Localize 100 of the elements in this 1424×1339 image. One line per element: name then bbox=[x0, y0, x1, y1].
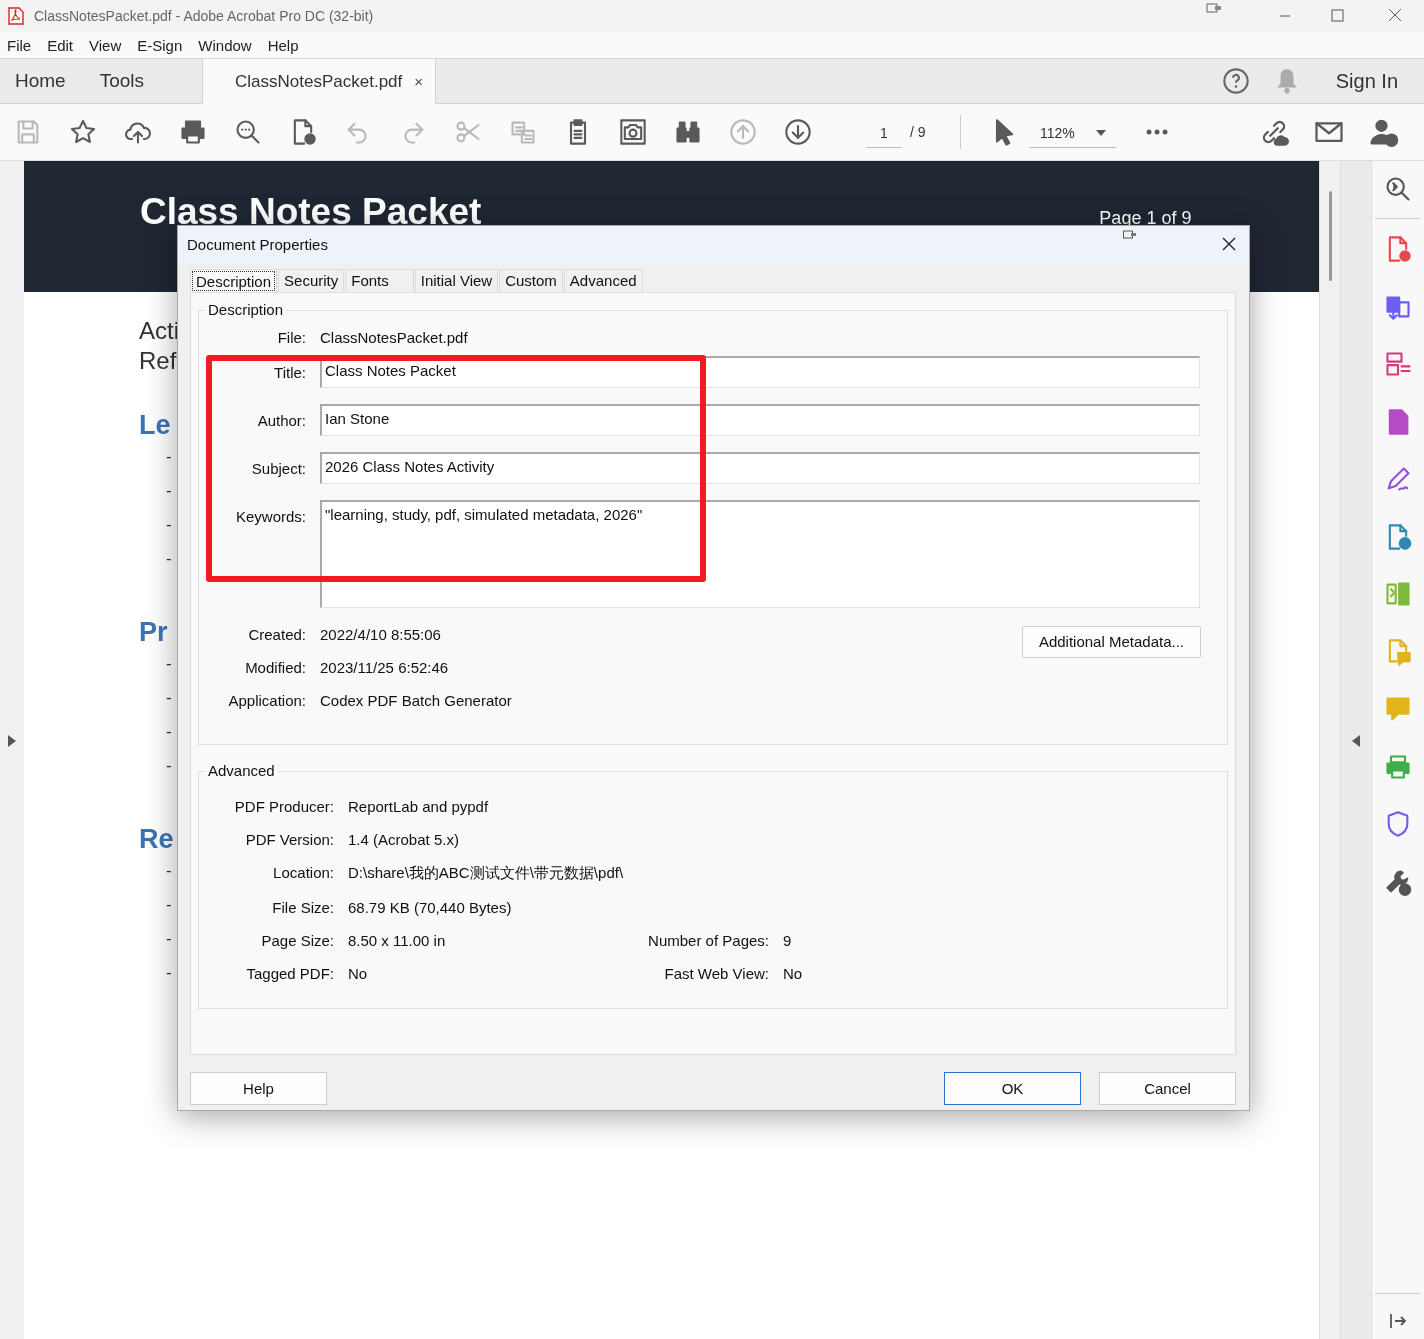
list-dash: - bbox=[165, 861, 172, 882]
property-value: 68.79 KB (70,440 Bytes) bbox=[348, 899, 513, 916]
property-label: PDF Producer: bbox=[233, 798, 334, 815]
zoom-dropdown[interactable]: 112% bbox=[1030, 116, 1116, 148]
property-value: 1.4 (Acrobat 5.x) bbox=[348, 831, 460, 848]
dialog-button[interactable]: Help bbox=[190, 1072, 327, 1105]
tablet-mode-icon[interactable] bbox=[1123, 230, 1137, 240]
section-heading: Pr bbox=[138, 617, 168, 648]
star-icon bbox=[69, 118, 97, 146]
property-label: PDF Version: bbox=[244, 831, 334, 848]
more-icon[interactable] bbox=[1146, 129, 1168, 135]
tablet-mode-icon[interactable] bbox=[1206, 2, 1222, 14]
property-label: Number of Pages: bbox=[647, 932, 769, 949]
dialog-tab[interactable]: Fonts bbox=[345, 269, 414, 292]
page-count: / 9 bbox=[910, 124, 927, 140]
layout-icon bbox=[1384, 350, 1413, 378]
dialog-tab[interactable]: Initial View bbox=[414, 269, 499, 292]
info-value: 2023/11/25 6:52:46 bbox=[320, 659, 450, 676]
dialog-tab[interactable]: Advanced bbox=[563, 269, 643, 292]
camera-icon bbox=[619, 118, 647, 146]
list-dash: - bbox=[165, 929, 172, 950]
tab[interactable]: Home bbox=[0, 59, 84, 103]
list-dash: - bbox=[165, 549, 172, 570]
collapse-arrow-icon[interactable] bbox=[1352, 735, 1361, 747]
scrollbar-thumb[interactable] bbox=[1329, 191, 1333, 281]
section-heading: Le bbox=[138, 410, 171, 441]
document-title: Class Notes Packet bbox=[139, 191, 482, 233]
comment-icon bbox=[1384, 695, 1413, 723]
property-value: ReportLab and pypdf bbox=[348, 798, 490, 815]
dialog-button[interactable]: Cancel bbox=[1099, 1072, 1236, 1105]
dialog-tab[interactable]: Security bbox=[278, 269, 345, 292]
caret-icon bbox=[1096, 129, 1106, 136]
wrench-icon bbox=[1384, 867, 1413, 896]
close-icon[interactable] bbox=[1221, 236, 1237, 252]
list-dash: - bbox=[165, 963, 172, 984]
print-icon bbox=[179, 118, 207, 146]
text-field[interactable]: Class Notes Packet bbox=[320, 356, 1200, 388]
menu-item[interactable]: E-Sign bbox=[130, 36, 192, 54]
dialog-tab[interactable]: Description bbox=[190, 269, 278, 293]
info-label: Modified: bbox=[244, 659, 306, 676]
tab[interactable]: ClassNotesPacket.pdf × bbox=[202, 59, 437, 104]
property-label: Page Size: bbox=[260, 932, 334, 949]
expand-arrow-icon[interactable] bbox=[7, 735, 16, 747]
info-value: Codex PDF Batch Generator bbox=[320, 692, 512, 709]
text-field[interactable]: Ian Stone bbox=[320, 404, 1200, 436]
sign-in-link[interactable]: Sign In bbox=[1335, 69, 1398, 93]
list-dash: - bbox=[165, 756, 172, 777]
property-label: File Size: bbox=[271, 899, 334, 916]
page-number-field[interactable]: 1 bbox=[866, 116, 902, 148]
list-dash: - bbox=[165, 722, 172, 743]
dialog-title: Document Properties bbox=[187, 235, 328, 253]
tab-close-button[interactable]: × bbox=[414, 73, 424, 90]
zoom-icon bbox=[1384, 175, 1413, 203]
field-label: Title: bbox=[273, 363, 306, 381]
menu-item[interactable]: View bbox=[82, 36, 131, 54]
property-label: Location: bbox=[272, 864, 334, 883]
property-value: No bbox=[348, 965, 369, 982]
field-label: File: bbox=[276, 329, 306, 346]
info-label: Application: bbox=[227, 692, 306, 709]
tab-label[interactable]: ClassNotesPacket.pdf bbox=[235, 71, 403, 92]
intro-text: Ref bbox=[138, 346, 177, 376]
additional-metadata-button[interactable]: Additional Metadata... bbox=[1021, 626, 1201, 658]
property-value: 8.50 x 11.00 in bbox=[348, 932, 447, 949]
group-legend: Description bbox=[205, 301, 287, 318]
list-dash: - bbox=[165, 447, 172, 468]
list-dash: - bbox=[165, 515, 172, 536]
tab[interactable]: Tools bbox=[83, 59, 161, 103]
property-value: No bbox=[783, 965, 804, 982]
section-heading: Re bbox=[138, 824, 174, 855]
menu-item[interactable]: Window bbox=[191, 36, 261, 54]
file-name: ClassNotesPacket.pdf bbox=[320, 329, 469, 346]
field-label: Keywords: bbox=[234, 507, 306, 525]
tab-label[interactable]: Home bbox=[15, 70, 66, 92]
text-area[interactable]: "learning, study, pdf, simulated metadata, 2026" bbox=[320, 500, 1200, 608]
menu-item[interactable]: File bbox=[0, 36, 41, 54]
group-legend: Advanced bbox=[205, 762, 278, 779]
field-label: Author: bbox=[256, 411, 306, 429]
dialog-button[interactable]: OK bbox=[944, 1072, 1081, 1105]
list-dash: - bbox=[165, 654, 172, 675]
property-label: Tagged PDF: bbox=[245, 965, 334, 982]
dialog-tab[interactable]: Custom bbox=[499, 269, 563, 292]
info-value: 2022/4/10 8:55:06 bbox=[320, 626, 442, 643]
window-title: ClassNotesPacket.pdf - Adobe Acrobat Pro DC (32-bit) bbox=[34, 8, 374, 24]
expand-pane-icon[interactable] bbox=[1389, 1312, 1408, 1330]
intro-text: Acti bbox=[138, 316, 179, 346]
property-value: D:\share\我的ABC测试文件\带元数据\pdf\ bbox=[348, 864, 625, 883]
help-icon[interactable] bbox=[1221, 67, 1250, 95]
list-dash: - bbox=[165, 481, 172, 502]
menu-item[interactable]: Help bbox=[260, 36, 308, 54]
list-dash: - bbox=[165, 688, 172, 709]
pdf-app-icon bbox=[8, 7, 24, 25]
list-dash: - bbox=[165, 895, 172, 916]
property-label: Fast Web View: bbox=[663, 965, 769, 982]
info-label: Created: bbox=[247, 626, 306, 643]
property-value: 9 bbox=[783, 932, 793, 949]
tab-label[interactable]: Tools bbox=[99, 70, 145, 92]
zoom-icon bbox=[234, 118, 262, 146]
text-field[interactable]: 2026 Class Notes Activity bbox=[320, 452, 1200, 484]
menu-item[interactable]: Edit bbox=[40, 36, 83, 54]
field-label: Subject: bbox=[250, 459, 306, 477]
